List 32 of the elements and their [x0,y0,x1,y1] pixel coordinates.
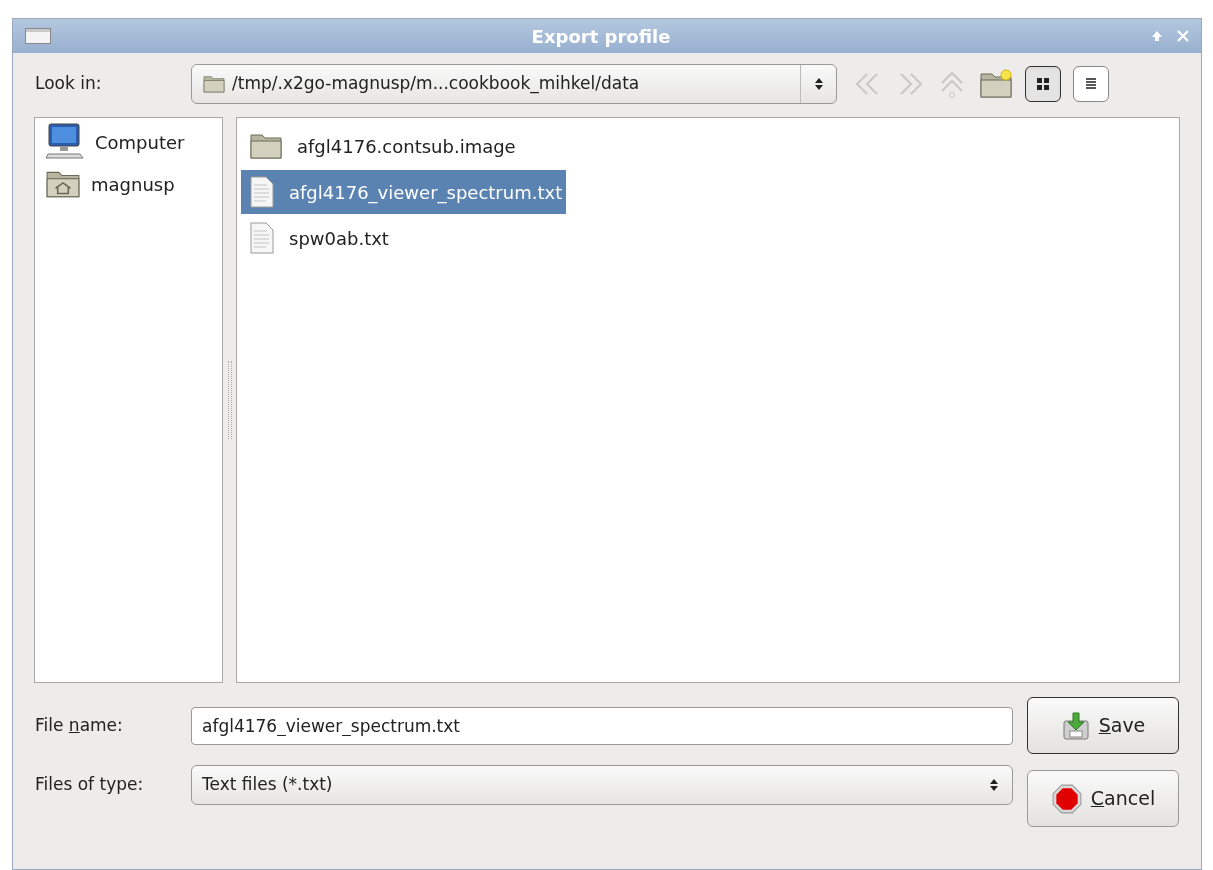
look-in-label: Look in: [35,72,103,96]
file-item[interactable]: afgl4176_viewer_spectrum.txt [241,170,567,214]
look-in-dropdown[interactable]: /tmp/.x2go-magnusp/m...cookbook_mihkel/data [191,64,837,104]
up-down-arrows-icon [813,77,824,91]
save-button[interactable]: Save [1027,697,1179,754]
computer-icon [45,122,85,162]
document-icon [249,176,275,208]
icon-view-button[interactable] [1025,66,1061,102]
file-name-label: File name: [35,714,124,738]
stop-sign-icon [1050,782,1083,815]
path-text: /tmp/.x2go-magnusp/m...cookbook_mihkel/data [232,72,641,96]
up-down-arrows-icon [989,778,999,792]
shade-icon[interactable] [1151,30,1163,42]
disk-download-icon [1060,710,1091,741]
window-title: Export profile [530,24,672,49]
cancel-button[interactable]: Cancel [1027,770,1179,827]
sidebar-item[interactable]: magnusp [91,170,175,198]
folder-icon [202,74,226,94]
new-folder-icon[interactable] [979,68,1013,100]
file-type-label: Files of type: [35,773,145,797]
window-menu-icon[interactable] [25,28,51,44]
list-view-button[interactable] [1073,66,1109,102]
file-item[interactable]: spw0ab.txt [241,216,393,260]
file-item[interactable]: afgl4176.contsub.image [241,124,520,168]
folder-icon [249,131,283,161]
document-icon [249,222,275,254]
file-type-dropdown[interactable]: Text files (*.txt) [191,765,1013,805]
sidebar-item[interactable]: Computer [95,128,185,156]
file-name-field[interactable]: afgl4176_viewer_spectrum.txt [191,707,1013,745]
list-icon [1083,76,1099,92]
grid-icon [1035,76,1051,92]
close-icon[interactable] [1177,30,1189,42]
